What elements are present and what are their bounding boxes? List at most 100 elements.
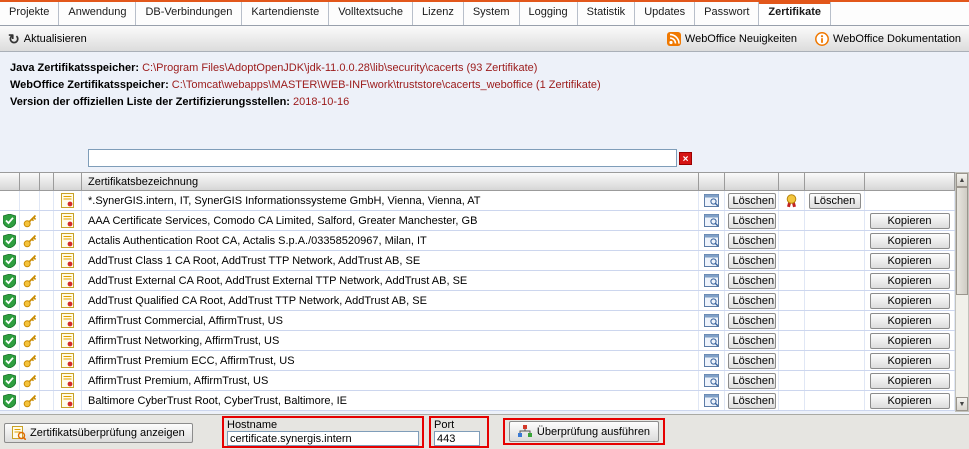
scroll-up-button[interactable]: ▲ <box>956 173 968 187</box>
ca-list-version-label: Version der offiziellen Liste der Zertif… <box>10 96 290 108</box>
copy-button[interactable]: Kopieren <box>869 372 950 389</box>
trusted-shield-icon <box>3 333 16 348</box>
rss-icon <box>666 31 681 46</box>
show-certificate-icon[interactable] <box>704 294 719 307</box>
clear-search-icon[interactable]: × <box>679 151 692 165</box>
show-certificate-icon[interactable] <box>704 274 719 287</box>
refresh-button[interactable]: ↻ Aktualisieren <box>8 30 87 47</box>
show-certificate-icon[interactable] <box>704 334 719 347</box>
table-row: AAA Certificate Services, Comodo CA Limi… <box>0 211 955 231</box>
tab-statistik[interactable]: Statistik <box>577 2 636 25</box>
header-shield-col <box>0 173 20 190</box>
copy-button[interactable]: Kopieren <box>869 392 950 409</box>
search-input[interactable] <box>88 149 678 167</box>
copy-button[interactable]: Kopieren <box>869 332 950 349</box>
delete-button[interactable]: Löschen <box>727 232 776 249</box>
tab-kartendienste[interactable]: Kartendienste <box>242 2 330 25</box>
copy-button[interactable]: Kopieren <box>869 292 950 309</box>
show-certificate-icon[interactable] <box>704 234 719 247</box>
show-certificate-icon[interactable] <box>704 394 719 407</box>
tab-updates[interactable]: Updates <box>635 2 696 25</box>
port-input[interactable] <box>434 431 480 446</box>
run-check-button[interactable]: Überprüfung ausführen <box>508 421 660 442</box>
certificate-name: *.SynerGIS.intern, IT, SynerGIS Informat… <box>82 191 699 210</box>
java-store-label: Java Zertifikatsspeicher: <box>10 62 140 74</box>
info-icon <box>815 31 829 46</box>
certificate-filter: × <box>88 149 692 167</box>
certificate-icon <box>61 293 74 308</box>
delete-button[interactable]: Löschen <box>727 292 776 309</box>
certificate-name: AddTrust External CA Root, AddTrust Exte… <box>82 271 699 290</box>
copy-button[interactable]: Kopieren <box>869 232 950 249</box>
vertical-scrollbar[interactable]: ▲ ▼ <box>955 172 969 412</box>
copy-button[interactable]: Kopieren <box>869 212 950 229</box>
weboffice-store-label: WebOffice Zertifikatsspeicher: <box>10 79 169 91</box>
trusted-shield-icon <box>3 313 16 328</box>
delete-button[interactable]: Löschen <box>727 212 776 229</box>
copy-button[interactable]: Kopieren <box>869 252 950 269</box>
hostname-input[interactable] <box>227 431 419 446</box>
copy-button[interactable]: Kopieren <box>869 272 950 289</box>
show-certificate-icon[interactable] <box>704 254 719 267</box>
ca-list-version-line: Version der offiziellen Liste der Zertif… <box>10 94 601 111</box>
trusted-shield-icon <box>3 253 16 268</box>
scroll-up-icon: ▲ <box>958 176 966 184</box>
scroll-down-icon: ▼ <box>958 400 966 408</box>
tab-anwendung[interactable]: Anwendung <box>59 2 137 25</box>
delete-button[interactable]: Löschen <box>727 392 776 409</box>
weboffice-store-value: C:\Tomcat\webapps\MASTER\WEB-INF\work\tr… <box>171 79 601 91</box>
refresh-label: Aktualisieren <box>23 32 87 45</box>
table-row: Baltimore CyberTrust Root, CyberTrust, B… <box>0 391 955 411</box>
certificate-icon <box>61 253 74 268</box>
header-cert-col <box>54 173 82 190</box>
java-store-line: Java Zertifikatsspeicher: C:\Program Fil… <box>10 60 601 77</box>
delete-button[interactable]: Löschen <box>727 352 776 369</box>
tab-zertifikate[interactable]: Zertifikate <box>759 2 831 25</box>
trusted-shield-icon <box>3 213 16 228</box>
delete-button[interactable]: Löschen <box>727 312 776 329</box>
annotation-hostname-box: Hostname <box>222 416 424 448</box>
tab-db-verbindungen[interactable]: DB-Verbindungen <box>136 2 243 25</box>
news-link[interactable]: WebOffice Neuigkeiten <box>666 31 797 46</box>
store-info: Java Zertifikatsspeicher: C:\Program Fil… <box>10 60 601 111</box>
show-certificate-icon[interactable] <box>704 194 719 207</box>
scrollbar-track[interactable] <box>956 187 968 397</box>
ca-list-version-value: 2018-10-16 <box>293 96 350 108</box>
tab-passwort[interactable]: Passwort <box>695 2 760 25</box>
certificate-icon <box>61 393 74 408</box>
documentation-link[interactable]: WebOffice Dokumentation <box>815 31 961 46</box>
certificate-icon <box>61 213 74 228</box>
delete-button[interactable]: Löschen <box>727 192 776 209</box>
show-certificate-icon[interactable] <box>704 314 719 327</box>
tab-volltextsuche[interactable]: Volltextsuche <box>329 2 414 25</box>
delete-button[interactable]: Löschen <box>727 372 776 389</box>
certificate-name: AffirmTrust Commercial, AffirmTrust, US <box>82 311 699 330</box>
scroll-down-button[interactable]: ▼ <box>956 397 968 411</box>
delete-key-button[interactable]: Löschen <box>808 192 861 209</box>
copy-button[interactable]: Kopieren <box>869 352 950 369</box>
delete-button[interactable]: Löschen <box>727 272 776 289</box>
show-certificate-icon[interactable] <box>704 214 719 227</box>
delete-button[interactable]: Löschen <box>727 332 776 349</box>
show-certificate-icon[interactable] <box>704 374 719 387</box>
trusted-shield-icon <box>3 353 16 368</box>
table-row: Actalis Authentication Root CA, Actalis … <box>0 231 955 251</box>
header-seal-col <box>779 173 805 190</box>
certificate-icon <box>61 353 74 368</box>
tab-logging[interactable]: Logging <box>519 2 578 25</box>
certificate-name: AAA Certificate Services, Comodo CA Limi… <box>82 211 699 230</box>
scrollbar-thumb[interactable] <box>956 187 968 295</box>
show-certificate-check-label: Zertifikatsüberprüfung anzeigen <box>30 427 185 439</box>
show-certificate-check-button[interactable]: Zertifikatsüberprüfung anzeigen <box>4 423 193 443</box>
tab-lizenz[interactable]: Lizenz <box>413 2 464 25</box>
tab-projekte[interactable]: Projekte <box>0 2 60 25</box>
copy-button[interactable]: Kopieren <box>869 312 950 329</box>
annotation-port-box: Port <box>429 416 489 448</box>
tab-system[interactable]: System <box>463 2 520 25</box>
delete-button[interactable]: Löschen <box>727 252 776 269</box>
show-certificate-icon[interactable] <box>704 354 719 367</box>
key-icon <box>23 274 37 288</box>
certificate-icon <box>61 233 74 248</box>
refresh-icon: ↻ <box>8 30 20 47</box>
certificate-table: Zertifikatsbezeichnung *.SynerGIS.intern… <box>0 172 955 411</box>
